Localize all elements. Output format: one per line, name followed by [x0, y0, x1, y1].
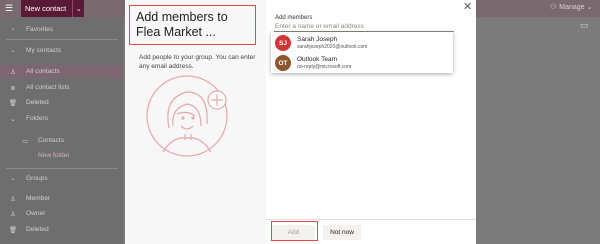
sidebar-item-label: All contact lists — [26, 84, 70, 91]
person-add-illustration-icon — [146, 75, 228, 157]
sidebar-item-label: Owner — [26, 210, 46, 217]
collapse-icon[interactable]: ▭ — [580, 20, 589, 31]
suggestions-dropdown: SJ Sarah Joseph sarahjoseph2020@outlook.… — [271, 32, 453, 73]
avatar: SJ — [275, 35, 291, 51]
trash-icon: 🗑︎ — [8, 226, 18, 234]
new-contact-label: New contact — [25, 4, 67, 13]
footer-divider — [266, 219, 476, 220]
chevron-down-icon: ⌄ — [10, 115, 16, 123]
add-members-dialog: Add members to Flea Market ... Add peopl… — [125, 0, 476, 244]
sidebar-item-member[interactable]: ♙ Member — [0, 192, 123, 205]
chevron-down-icon: ⌄ — [10, 176, 16, 182]
divider — [6, 39, 118, 40]
title-highlight: Add members to Flea Market ... — [129, 5, 256, 45]
sidebar-item-all-contacts[interactable]: ♙ All contacts — [0, 65, 123, 78]
reading-pane-background: ▭ — [476, 17, 600, 244]
suggestion-email: no-reply@microsoft.com — [297, 64, 352, 70]
new-contact-button[interactable]: New contact ⌄ — [21, 0, 85, 17]
chevron-down-icon: ⌄ — [586, 4, 593, 11]
person-icon: ♙ — [10, 68, 16, 76]
favorites-label: Favorites — [26, 26, 54, 33]
trash-icon: 🗑︎ — [8, 99, 18, 107]
sidebar-item-label: Deleted — [26, 226, 49, 233]
menu-icon[interactable]: ☰ — [5, 3, 13, 14]
new-folder-link: New folder — [38, 152, 70, 159]
not-now-button[interactable]: Not now — [323, 225, 361, 240]
people-icon: ⚇ — [550, 4, 557, 11]
sidebar-item-deleted[interactable]: 🗑︎ Deleted — [0, 96, 123, 109]
person-icon: ♙ — [10, 195, 16, 203]
sidebar-item-label: Folders — [26, 115, 48, 122]
groups-header[interactable]: ⌄ Groups — [0, 172, 123, 185]
favorites-header[interactable]: › Favorites — [0, 23, 123, 36]
close-icon[interactable]: ✕ — [463, 2, 472, 13]
avatar: OT — [275, 55, 291, 71]
chevron-down-icon: ⌄ — [10, 48, 16, 54]
suggestion-name: Outlook Team — [297, 56, 337, 63]
sidebar-item-contacts-folder[interactable]: ▭ Contacts — [0, 134, 123, 147]
list-icon: ≣ — [10, 84, 16, 92]
sidebar-item-label: All contacts — [26, 68, 60, 75]
chevron-down-icon[interactable]: ⌄ — [72, 0, 84, 17]
add-members-input[interactable] — [274, 22, 454, 32]
sidebar-item-folders[interactable]: ⌄ Folders — [0, 112, 123, 125]
sidebar: › Favorites ⌄ My contacts ♙ All contacts… — [0, 17, 123, 244]
my-contacts-header[interactable]: ⌄ My contacts — [0, 44, 123, 57]
sidebar-item-owner[interactable]: ♙ Owner — [0, 207, 123, 220]
folder-icon: ▭ — [21, 137, 29, 145]
suggestion-name: Sarah Joseph — [297, 36, 338, 43]
sidebar-item-label: Deleted — [26, 99, 49, 106]
groups-label: Groups — [26, 175, 48, 182]
sidebar-item-all-contact-lists[interactable]: ≣ All contact lists — [0, 81, 123, 94]
dialog-left-pane: Add members to Flea Market ... Add peopl… — [125, 0, 266, 244]
add-button[interactable]: Add — [272, 225, 315, 240]
suggestion-email: sarahjoseph2020@outlook.com — [297, 44, 368, 50]
sidebar-item-label: Contacts — [38, 137, 65, 144]
dialog-title: Add members to Flea Market ... — [136, 10, 228, 39]
chevron-right-icon: › — [12, 26, 14, 33]
suggestion-item[interactable]: SJ Sarah Joseph sarahjoseph2020@outlook.… — [271, 32, 453, 52]
person-icon: ♙ — [10, 210, 16, 218]
divider — [6, 168, 118, 169]
sidebar-item-new-folder[interactable]: New folder — [0, 149, 123, 162]
sidebar-item-label: Member — [26, 195, 51, 202]
sidebar-item-groups-deleted[interactable]: 🗑︎ Deleted — [0, 223, 123, 236]
manage-button[interactable]: ⚇ Manage ⌄ — [550, 3, 592, 11]
add-members-label: Add members — [275, 15, 313, 21]
manage-label: Manage — [559, 4, 585, 11]
suggestion-item[interactable]: OT Outlook Team no-reply@microsoft.com — [271, 52, 453, 72]
my-contacts-label: My contacts — [26, 47, 62, 54]
